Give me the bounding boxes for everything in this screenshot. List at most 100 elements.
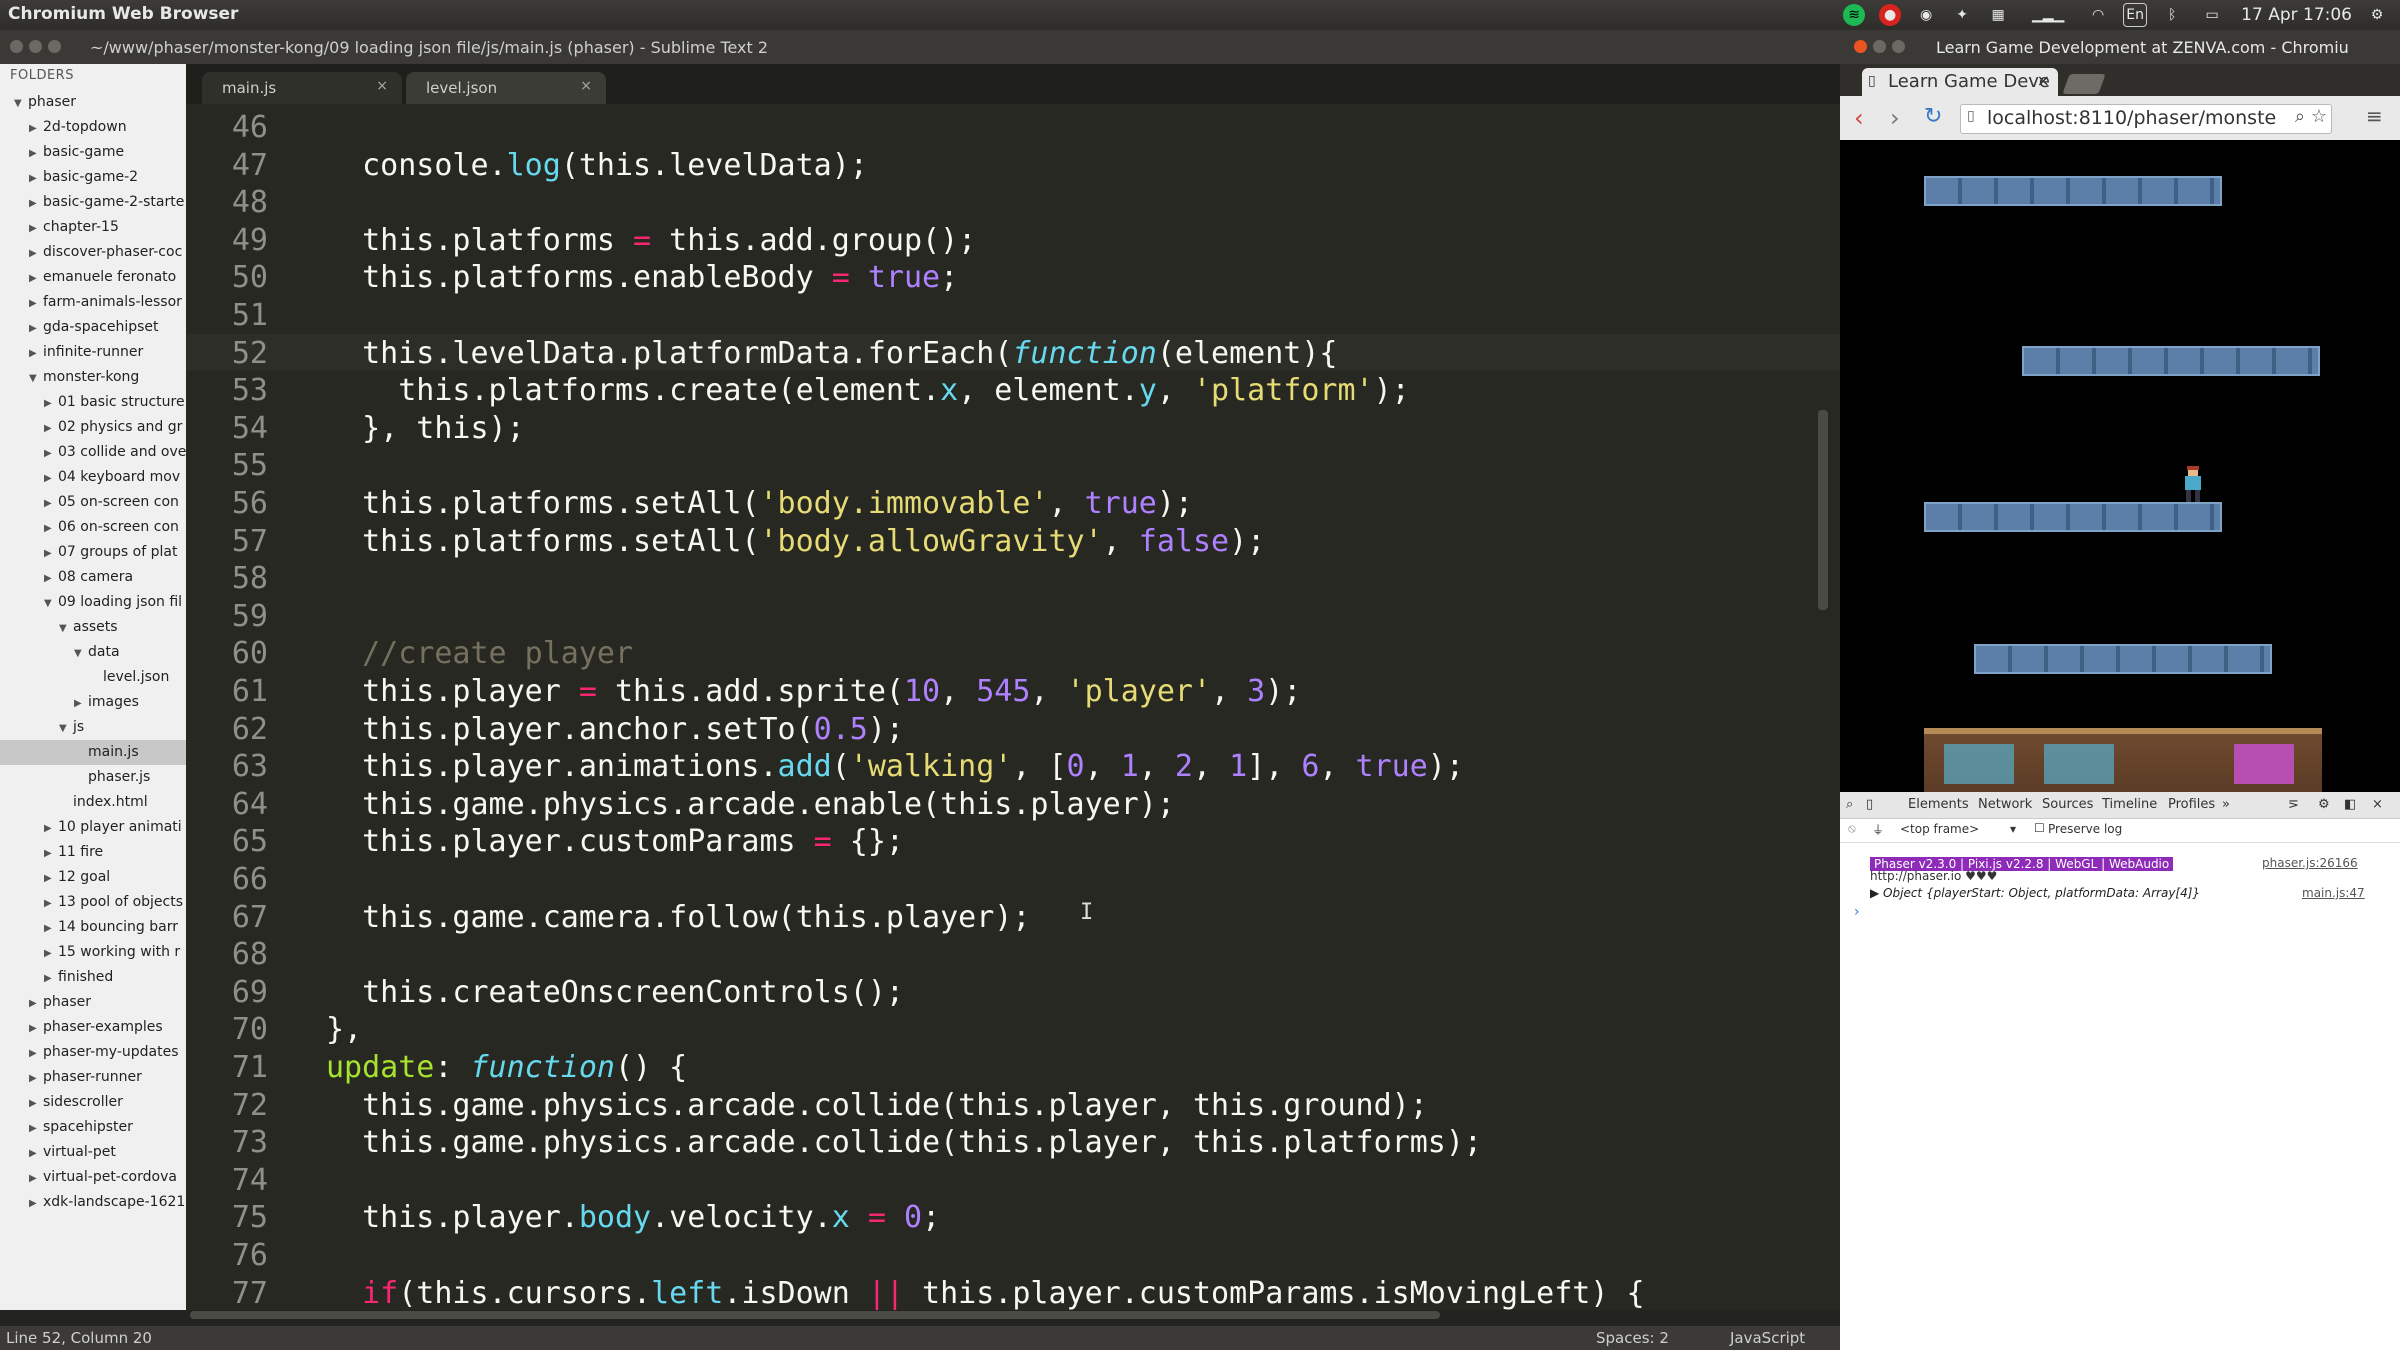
code-line[interactable]: this.platforms = this.add.group(); [326, 223, 976, 258]
sidebar-folder-item[interactable]: ▶ infinite-runner [0, 340, 186, 365]
chevron-right-icon[interactable]: ▶ [29, 1041, 43, 1066]
chevron-right-icon[interactable]: ▶ [44, 541, 58, 566]
sidebar-folder-item[interactable]: ▶ phaser-runner [0, 1065, 186, 1090]
code-line[interactable]: }, [326, 1012, 362, 1047]
code-line[interactable]: this.game.camera.follow(this.player); [326, 900, 1030, 935]
chevron-right-icon[interactable]: ▶ [44, 391, 58, 416]
sidebar-file-item[interactable]: index.html [0, 790, 186, 815]
sidebar-folder-item[interactable]: ▶ basic-game-2-starte [0, 190, 186, 215]
sidebar-file-item[interactable]: phaser.js [0, 765, 186, 790]
wifi-icon[interactable]: ◠ [2087, 4, 2109, 26]
chevron-right-icon[interactable]: ▶ [29, 191, 43, 216]
chevron-right-icon[interactable]: ▶ [29, 141, 43, 166]
sidebar-folder-item[interactable]: ▶ 15 working with r [0, 940, 186, 965]
sidebar-folder-item[interactable]: ▶ phaser-examples [0, 1015, 186, 1040]
code-line[interactable]: this.player.anchor.setTo(0.5); [326, 712, 904, 747]
sidebar-folder-item[interactable]: ▶ chapter-15 [0, 215, 186, 240]
console-object[interactable]: ▶ Object {playerStart: Object, platformD… [1870, 886, 2200, 900]
more-tabs-icon[interactable]: » [2222, 797, 2230, 812]
tab-sources[interactable]: Sources [2042, 797, 2093, 812]
sidebar-folder-item[interactable]: ▶ 05 on-screen con [0, 490, 186, 515]
gear-icon[interactable]: ⚙ [2366, 4, 2388, 26]
chevron-right-icon[interactable]: ▶ [44, 866, 58, 891]
code-line[interactable]: this.game.physics.arcade.collide(this.pl… [326, 1125, 1482, 1160]
url-text[interactable]: localhost:8110/phaser/monster-ko [1987, 107, 2277, 129]
filter-icon[interactable]: ⏚ [1872, 821, 1884, 838]
sidebar-folder-item[interactable]: ▶ 14 bouncing barr [0, 915, 186, 940]
tab-level-json[interactable]: level.json × [406, 72, 606, 104]
keyboard-layout-indicator[interactable]: En [2123, 3, 2148, 27]
chevron-down-icon[interactable]: ▼ [44, 591, 58, 616]
chevron-down-icon[interactable]: ▼ [29, 366, 43, 391]
chevron-right-icon[interactable]: ▶ [44, 816, 58, 841]
sidebar-folder-item[interactable]: ▶ 2d-topdown [0, 115, 186, 140]
maximize-window-button[interactable] [1892, 40, 1905, 53]
chevron-right-icon[interactable]: ▶ [29, 1141, 43, 1166]
sidebar-folder-item[interactable]: ▶ 03 collide and ove [0, 440, 186, 465]
chevron-right-icon[interactable]: ▶ [29, 166, 43, 191]
new-tab-button[interactable] [2062, 74, 2106, 94]
sidebar-file-item[interactable]: level.json [0, 665, 186, 690]
record-icon[interactable]: ● [1879, 4, 1902, 26]
battery-icon[interactable]: ▭ [2197, 4, 2227, 26]
chevron-right-icon[interactable]: ▶ [44, 566, 58, 591]
chevron-down-icon[interactable]: ▼ [14, 91, 28, 116]
indentation-setting[interactable]: Spaces: 2 [1596, 1329, 1669, 1347]
editor-vertical-scrollbar[interactable] [1818, 410, 1828, 610]
sidebar-folder-item[interactable]: ▶ images [0, 690, 186, 715]
chevron-right-icon[interactable]: ▶ [29, 991, 43, 1016]
sidebar-folder-item[interactable]: ▼ js [0, 715, 186, 740]
chevron-right-icon[interactable]: ▶ [29, 116, 43, 141]
console-source-link[interactable]: phaser.js:26166 [2262, 856, 2358, 870]
sidebar-folder-item[interactable]: ▶ virtual-pet-cordova [0, 1165, 186, 1190]
chevron-right-icon[interactable]: ▶ [44, 891, 58, 916]
sidebar-folder-item[interactable]: ▶ phaser [0, 990, 186, 1015]
game-canvas[interactable] [1840, 140, 2400, 792]
device-icon[interactable]: ▯ [1866, 797, 1873, 812]
chevron-right-icon[interactable]: ▶ [44, 916, 58, 941]
sidebar-folder-item[interactable]: ▶ 10 player animati [0, 815, 186, 840]
sidebar-file-item[interactable]: main.js [0, 740, 186, 765]
inspect-icon[interactable]: ⌕ [1846, 797, 1853, 812]
code-line[interactable]: this.player.customParams = {}; [326, 824, 904, 859]
chevron-right-icon[interactable]: ▶ [44, 491, 58, 516]
sidebar-folder-item[interactable]: ▶ 07 groups of plat [0, 540, 186, 565]
chevron-right-icon[interactable]: ▶ [29, 1066, 43, 1091]
star-icon[interactable]: ☆ [2311, 106, 2327, 127]
gear-icon[interactable]: ⚙ [2318, 797, 2330, 812]
chevron-down-icon[interactable]: ▼ [74, 641, 88, 666]
chevron-down-icon[interactable]: ▼ [59, 616, 73, 641]
code-line[interactable]: this.createOnscreenControls(); [326, 975, 904, 1010]
close-window-button[interactable] [1854, 40, 1867, 53]
minimize-window-button[interactable] [29, 40, 42, 53]
chevron-right-icon[interactable]: ▶ [74, 691, 88, 716]
chevron-right-icon[interactable]: ▶ [44, 841, 58, 866]
code-line[interactable]: update: function() { [326, 1050, 687, 1085]
tab-timeline[interactable]: Timeline [2102, 797, 2157, 812]
forward-arrow-icon[interactable]: › [1890, 104, 1900, 132]
clear-console-icon[interactable]: ⦸ [1848, 821, 1856, 836]
tab-network[interactable]: Network [1978, 797, 2032, 812]
close-icon[interactable]: × [376, 78, 388, 94]
tab-profiles[interactable]: Profiles [2168, 797, 2215, 812]
sidebar-folder-item[interactable]: ▼ assets [0, 615, 186, 640]
code-line[interactable]: this.game.physics.arcade.enable(this.pla… [326, 787, 1175, 822]
camera-icon[interactable]: ◉ [1915, 4, 1937, 26]
chevron-right-icon[interactable]: ▶ [29, 241, 43, 266]
chevron-right-icon[interactable]: ▶ [29, 1016, 43, 1041]
calendar-icon[interactable]: ▦ [1987, 4, 2009, 26]
sidebar-folder-item[interactable]: ▶ 01 basic structure [0, 390, 186, 415]
spotify-icon[interactable]: ≋ [1843, 4, 1866, 26]
sidebar-folder-item[interactable]: ▶ virtual-pet [0, 1140, 186, 1165]
code-editor[interactable]: 46 47 48 49 50 51 52 53 54 55 56 57 58 59 60 61 62 63 64 65… [186, 104, 1840, 1310]
chevron-down-icon[interactable]: ▼ [59, 716, 73, 741]
chevron-right-icon[interactable]: ▶ [29, 341, 43, 366]
chevron-right-icon[interactable]: ▶ [29, 1191, 43, 1216]
sidebar-folder-item[interactable]: ▶ discover-phaser-coc [0, 240, 186, 265]
code-line[interactable]: this.platforms.setAll('body.allowGravity… [326, 524, 1265, 559]
maximize-window-button[interactable] [48, 40, 61, 53]
chevron-right-icon[interactable]: ▶ [44, 966, 58, 991]
code-line[interactable]: this.platforms.create(element.x, element… [326, 373, 1409, 408]
close-icon[interactable]: × [580, 78, 592, 94]
sidebar-folder-item[interactable]: ▶ basic-game [0, 140, 186, 165]
